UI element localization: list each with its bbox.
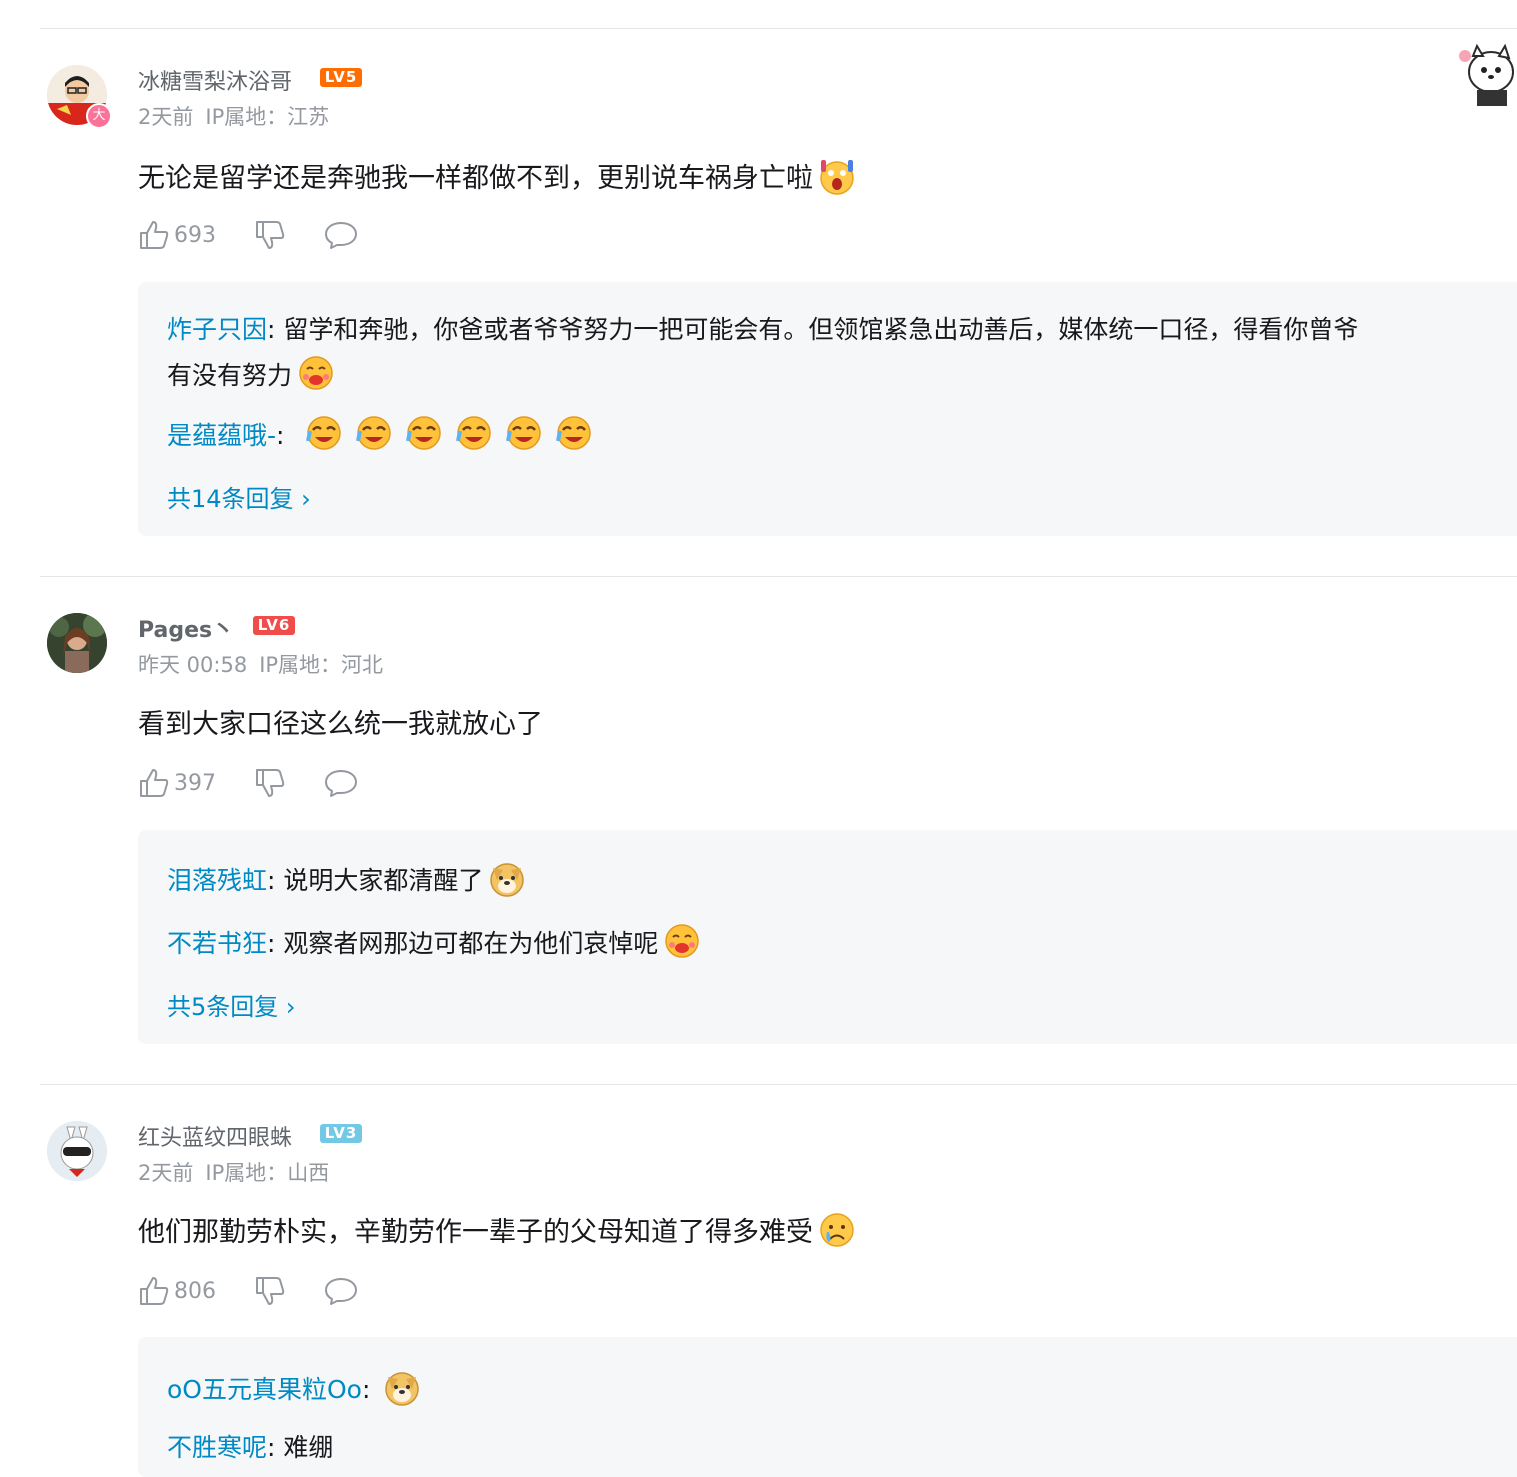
- sub-reply-username[interactable]: oO五元真果粒Oo: [167, 1375, 362, 1404]
- doge-emoji-icon: [385, 1372, 420, 1406]
- sub-reply-username[interactable]: 不胜寒呢: [167, 1433, 267, 1462]
- sub-reply-username[interactable]: 是蕴蕴哦-: [167, 421, 276, 450]
- ip-location: IP属地：江苏: [205, 105, 330, 129]
- sub-reply-continued: 有没有努力: [167, 353, 336, 399]
- comment-content: 看到大家口径这么统一我就放心了: [138, 709, 543, 740]
- sub-reply-username[interactable]: 不若书狂: [167, 929, 267, 958]
- comment-content: 他们那勤劳朴实，辛勤劳作一辈子的父母知道了得多难受: [138, 1210, 857, 1250]
- divider: [40, 28, 1517, 29]
- thumbs-down-icon: [256, 221, 285, 249]
- level-badge: LV3: [320, 1124, 362, 1143]
- like-count: 693: [174, 222, 216, 248]
- sub-reply-text: : 难绷: [267, 1433, 334, 1462]
- like-button[interactable]: 806: [138, 1275, 216, 1307]
- doge-emoji-icon: [490, 863, 525, 897]
- ip-location: IP属地：山西: [205, 1161, 330, 1185]
- dislike-button[interactable]: [254, 767, 286, 799]
- sub-reply: 不胜寒呢: 难绷: [167, 1425, 333, 1471]
- dislike-button[interactable]: [254, 1275, 286, 1307]
- reply-button[interactable]: [324, 220, 358, 250]
- comment-meta: 2天前 IP属地：山西: [138, 1157, 329, 1187]
- comment-time: 昨天 00:58: [138, 653, 248, 677]
- sub-reply-text: : 留学和奔驰，你爸或者爷爷努力一把可能会有。但领馆紧急出动善后，媒体统一口径，…: [267, 315, 1359, 344]
- sub-reply-text-continued: 有没有努力: [167, 361, 293, 390]
- sub-reply-text: :: [361, 1375, 371, 1404]
- sub-reply-box: 泪落残虹: 说明大家都清醒了 不若书狂: 观察者网那边可都在为他们哀悼呢 共5条…: [138, 830, 1517, 1044]
- comment-actions: 397: [138, 765, 358, 801]
- sub-reply: 是蕴蕴哦-:: [167, 413, 594, 459]
- sub-reply: oO五元真果粒Oo:: [167, 1367, 422, 1413]
- comment-content: 无论是留学还是奔驰我一样都做不到，更别说车祸身亡啦: [138, 156, 857, 196]
- chat-bubble-icon: [325, 222, 357, 249]
- crying-emoji-icon: [820, 1213, 854, 1247]
- crying-laugh-emoji-icon: [300, 416, 594, 450]
- comment-actions: 693: [138, 217, 358, 253]
- username[interactable]: 红头蓝纹四眼蛛: [138, 1120, 292, 1152]
- sub-reply-box: 炸子只因: 留学和奔驰，你爸或者爷爷努力一把可能会有。但领馆紧急出动善后，媒体统…: [138, 282, 1517, 536]
- chat-bubble-icon: [325, 770, 357, 797]
- hot-face-emoji-icon: [299, 356, 333, 390]
- chat-bubble-icon: [325, 1278, 357, 1305]
- thumbs-down-icon: [256, 769, 285, 797]
- thumbs-up-icon: [140, 769, 169, 797]
- comment-meta: 2天前 IP属地：江苏: [138, 101, 329, 131]
- sub-reply: 不若书狂: 观察者网那边可都在为他们哀悼呢: [167, 921, 702, 967]
- sub-reply-box: oO五元真果粒Oo: 不胜寒呢: 难绷: [138, 1337, 1517, 1477]
- avatar[interactable]: [47, 613, 107, 673]
- reply-button[interactable]: [324, 768, 358, 798]
- sub-reply-username[interactable]: 炸子只因: [167, 315, 267, 344]
- thumbs-up-icon: [140, 1277, 169, 1305]
- ip-location: IP属地：河北: [259, 653, 384, 677]
- thumbs-down-icon: [256, 1277, 285, 1305]
- like-count: 397: [174, 770, 216, 796]
- avatar-badge: 大: [86, 103, 112, 129]
- username[interactable]: 冰糖雪梨沐浴哥: [138, 64, 292, 96]
- sub-reply-text: :: [276, 421, 285, 450]
- like-count: 806: [174, 1278, 216, 1304]
- comment-time: 2天前: [138, 1161, 194, 1185]
- sub-reply-username[interactable]: 泪落残虹: [167, 866, 267, 895]
- reply-button[interactable]: [324, 1276, 358, 1306]
- sub-reply: 泪落残虹: 说明大家都清醒了: [167, 858, 527, 904]
- sticker-decoration: [1455, 42, 1517, 108]
- sub-reply-text: : 说明大家都清醒了: [267, 866, 484, 895]
- divider: [40, 576, 1517, 577]
- like-button[interactable]: 397: [138, 767, 216, 799]
- sub-reply: 炸子只因: 留学和奔驰，你爸或者爷爷努力一把可能会有。但领馆紧急出动善后，媒体统…: [167, 307, 1358, 353]
- view-more-replies-link[interactable]: 共14条回复 ›: [167, 479, 311, 514]
- avatar[interactable]: [47, 1121, 107, 1181]
- hot-face-emoji-icon: [665, 924, 700, 958]
- divider: [40, 1084, 1517, 1085]
- sub-reply-text: : 观察者网那边可都在为他们哀悼呢: [267, 929, 659, 958]
- comment-meta: 昨天 00:58 IP属地：河北: [138, 649, 383, 679]
- view-more-replies-link[interactable]: 共5条回复 ›: [167, 987, 296, 1022]
- level-badge: LV6: [253, 616, 295, 635]
- thumbs-up-icon: [140, 221, 169, 249]
- comment-actions: 806: [138, 1273, 358, 1309]
- like-button[interactable]: 693: [138, 219, 216, 251]
- level-badge: LV5: [320, 68, 362, 87]
- dislike-button[interactable]: [254, 219, 286, 251]
- username[interactable]: Pages丶: [138, 612, 234, 644]
- comment-time: 2天前: [138, 105, 194, 129]
- scream-emoji-icon: [820, 160, 854, 195]
